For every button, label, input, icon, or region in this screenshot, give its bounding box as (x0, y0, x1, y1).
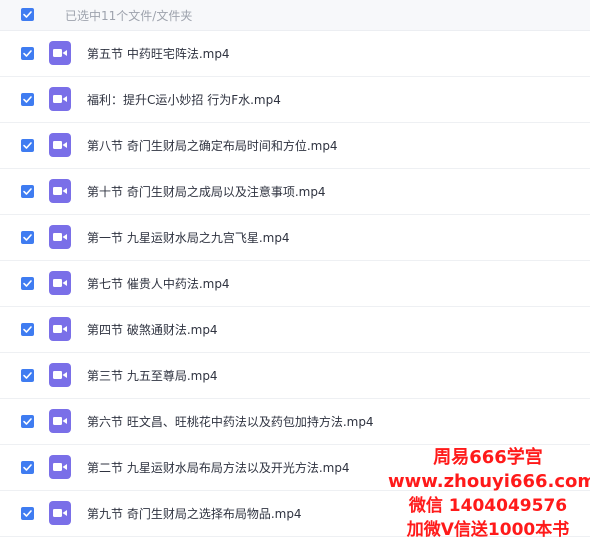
file-name[interactable]: 第一节 九星运财水局之九宫飞星.mp4 (87, 229, 290, 246)
row-checkbox[interactable] (21, 415, 34, 428)
file-name[interactable]: 第三节 九五至尊局.mp4 (87, 367, 218, 384)
video-file-icon (49, 225, 71, 249)
file-name[interactable]: 第七节 催贵人中药法.mp4 (87, 275, 230, 292)
checkmark-icon (23, 464, 32, 471)
checkmark-icon (23, 372, 32, 379)
file-row[interactable]: 第八节 奇门生财局之确定布局时间和方位.mp4 (0, 123, 590, 169)
file-name[interactable]: 第二节 九星运财水局布局方法以及开光方法.mp4 (87, 459, 350, 476)
file-name[interactable]: 第五节 中药旺宅阵法.mp4 (87, 45, 230, 62)
checkmark-icon (23, 280, 32, 287)
video-file-icon (49, 271, 71, 295)
file-row[interactable]: 第七节 催贵人中药法.mp4 (0, 261, 590, 307)
watermark-overlay: 周易666学宫 www.zhouyi666.com 微信 1404049576 … (388, 446, 590, 542)
watermark-line: 微信 1404049576 (408, 496, 568, 516)
file-name[interactable]: 第九节 奇门生财局之选择布局物品.mp4 (87, 505, 302, 522)
video-file-icon (49, 363, 71, 387)
file-row[interactable]: 第四节 破煞通财法.mp4 (0, 307, 590, 353)
file-name[interactable]: 第六节 旺文昌、旺桃花中药法以及药包加持方法.mp4 (87, 413, 374, 430)
checkmark-icon (23, 11, 32, 18)
row-checkbox[interactable] (21, 139, 34, 152)
checkmark-icon (23, 510, 32, 517)
watermark-line: 加微V信送1000本书 (406, 520, 570, 540)
file-row[interactable]: 第一节 九星运财水局之九宫飞星.mp4 (0, 215, 590, 261)
video-file-icon (49, 317, 71, 341)
checkmark-icon (23, 234, 32, 241)
watermark-line: www.zhouyi666.com (388, 471, 590, 492)
file-row[interactable]: 第五节 中药旺宅阵法.mp4 (0, 31, 590, 77)
file-row[interactable]: 第六节 旺文昌、旺桃花中药法以及药包加持方法.mp4 (0, 399, 590, 445)
checkmark-icon (23, 326, 32, 333)
watermark-line: 周易666学宫 (433, 447, 543, 468)
selection-header: 已选中11个文件/文件夹 (0, 0, 590, 31)
file-row[interactable]: 第十节 奇门生财局之成局以及注意事项.mp4 (0, 169, 590, 215)
file-list-panel: 已选中11个文件/文件夹 第五节 中药旺宅阵法.mp4 福利：提升C运小妙招 行… (0, 0, 590, 542)
file-name[interactable]: 第四节 破煞通财法.mp4 (87, 321, 218, 338)
video-file-icon (49, 41, 71, 65)
row-checkbox[interactable] (21, 231, 34, 244)
video-file-icon (49, 501, 71, 525)
row-checkbox[interactable] (21, 461, 34, 474)
select-all-checkbox[interactable] (21, 8, 34, 21)
row-checkbox[interactable] (21, 277, 34, 290)
checkmark-icon (23, 142, 32, 149)
file-name[interactable]: 第八节 奇门生财局之确定布局时间和方位.mp4 (87, 137, 338, 154)
checkmark-icon (23, 418, 32, 425)
video-file-icon (49, 87, 71, 111)
checkmark-icon (23, 96, 32, 103)
checkmark-icon (23, 50, 32, 57)
video-file-icon (49, 133, 71, 157)
row-checkbox[interactable] (21, 507, 34, 520)
file-row[interactable]: 福利：提升C运小妙招 行为F水.mp4 (0, 77, 590, 123)
video-file-icon (49, 409, 71, 433)
checkmark-icon (23, 188, 32, 195)
file-name[interactable]: 第十节 奇门生财局之成局以及注意事项.mp4 (87, 183, 326, 200)
row-checkbox[interactable] (21, 323, 34, 336)
row-checkbox[interactable] (21, 93, 34, 106)
video-file-icon (49, 179, 71, 203)
selection-count-label: 已选中11个文件/文件夹 (65, 9, 193, 23)
row-checkbox[interactable] (21, 47, 34, 60)
row-checkbox[interactable] (21, 185, 34, 198)
row-checkbox[interactable] (21, 369, 34, 382)
file-name[interactable]: 福利：提升C运小妙招 行为F水.mp4 (87, 91, 281, 108)
file-row[interactable]: 第三节 九五至尊局.mp4 (0, 353, 590, 399)
video-file-icon (49, 455, 71, 479)
